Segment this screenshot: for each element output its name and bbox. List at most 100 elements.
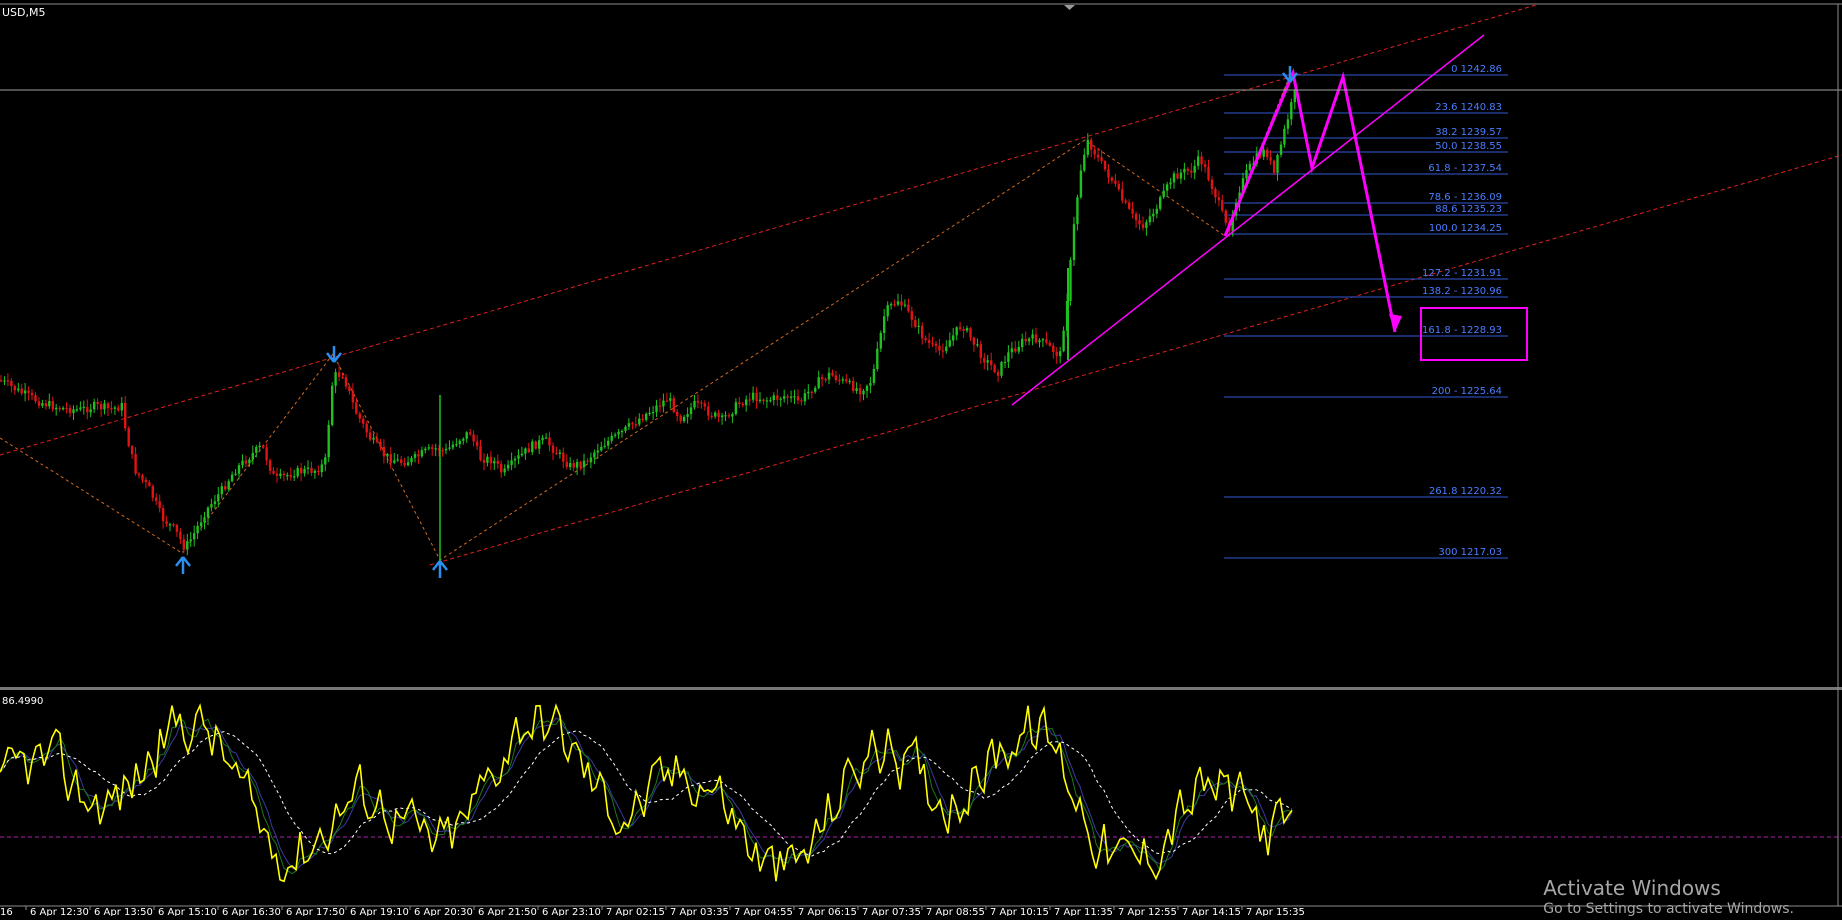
candle-body — [703, 403, 706, 407]
candle-body — [869, 383, 872, 386]
candle-body — [1221, 200, 1224, 211]
time-axis-label: 6 Apr 13:50 — [94, 907, 153, 916]
candle-body — [841, 379, 844, 381]
candle-body — [199, 522, 203, 526]
candle-body — [513, 458, 517, 461]
candle-body — [248, 459, 251, 464]
candle-body — [555, 452, 558, 454]
candle-body — [306, 467, 310, 469]
candle-body — [1072, 224, 1076, 260]
candle-body — [914, 319, 917, 327]
fibo-level-label: 138.2 - 1230.96 — [1422, 286, 1502, 297]
candle-body — [465, 432, 468, 439]
candle-body — [593, 452, 596, 458]
candle-body — [707, 406, 710, 416]
candle-body — [1048, 342, 1051, 346]
candle-body — [993, 365, 996, 372]
fibo-level-label: 50.0 1238.55 — [1435, 141, 1502, 152]
candle-body — [1021, 338, 1024, 347]
candle-body — [341, 377, 344, 379]
candle-body — [10, 380, 13, 386]
candle-body — [189, 539, 192, 542]
fibo-level-label: 23.6 1240.83 — [1435, 102, 1502, 113]
time-axis-label: 7 Apr 10:15 — [990, 907, 1049, 916]
candle-body — [172, 524, 175, 526]
candle-body — [282, 473, 286, 476]
candle-body — [520, 453, 524, 456]
candle-body — [258, 445, 261, 447]
price-chart[interactable]: 0 1242.86 23.6 1240.83 38.2 1239.57 50.0 12… — [0, 0, 1842, 918]
candle-body — [755, 392, 758, 402]
candle-body — [1093, 149, 1096, 155]
candle-body — [824, 379, 827, 381]
candle-body — [255, 447, 258, 453]
candle-body — [265, 447, 268, 461]
fibo-level-label: 200 - 1225.64 — [1432, 386, 1502, 397]
candle-body — [641, 418, 644, 420]
time-axis-label: 7 Apr 04:55 — [734, 907, 793, 916]
candle-body — [872, 369, 876, 383]
candle-body — [631, 423, 634, 425]
time-axis-label: 6 Apr 23:10 — [542, 907, 601, 916]
candle-body — [1224, 210, 1227, 223]
candle-body — [927, 340, 931, 344]
candle-body — [1207, 167, 1210, 180]
candle-body — [358, 413, 361, 419]
candle-body — [141, 475, 144, 480]
candle-body — [1079, 170, 1083, 198]
candle-body — [941, 350, 945, 352]
candle-body — [831, 372, 834, 376]
candle-body — [803, 393, 807, 402]
candle-body — [582, 460, 586, 468]
candle-body — [362, 418, 365, 424]
candle-body — [1076, 197, 1079, 225]
candle-body — [182, 539, 185, 550]
candle-body — [714, 412, 717, 417]
candle-body — [420, 450, 424, 457]
candle-body — [965, 328, 969, 331]
candle-body — [230, 474, 234, 482]
candle-body — [1248, 163, 1252, 170]
candle-body — [544, 437, 548, 439]
candle-body — [13, 386, 16, 391]
watermark-line-2: Go to Settings to activate Windows. — [1543, 901, 1794, 917]
fibo-level-label: 61.8 - 1237.54 — [1428, 163, 1502, 174]
candle-body — [127, 428, 130, 447]
candle-body — [193, 533, 196, 540]
candle-body — [293, 476, 296, 478]
candle-body — [1096, 154, 1100, 158]
candle-body — [110, 408, 113, 410]
candle-body — [603, 445, 606, 447]
indicator-separator[interactable] — [0, 687, 1842, 690]
candle-body — [1169, 182, 1172, 185]
candle-body — [676, 411, 679, 416]
candle-body — [1110, 177, 1114, 181]
candle-body — [393, 460, 396, 463]
candle-body — [23, 390, 27, 394]
trading-chart-window[interactable]: 0 1242.86 23.6 1240.83 38.2 1239.57 50.0 12… — [0, 0, 1842, 918]
candle-body — [48, 401, 51, 407]
candle-body — [489, 456, 493, 464]
candle-body — [227, 481, 230, 490]
candle-body — [814, 388, 817, 392]
candle-body — [479, 446, 482, 460]
candle-body — [893, 304, 896, 306]
candle-body — [130, 446, 134, 454]
candle-body — [451, 444, 455, 448]
candle-body — [503, 468, 506, 473]
candle-body — [862, 390, 865, 395]
candle-body — [61, 407, 65, 410]
candle-body — [855, 388, 858, 391]
candle-body — [589, 457, 593, 462]
candle-body — [620, 431, 624, 433]
candle-body — [113, 407, 117, 409]
candle-body — [434, 448, 437, 450]
candle-body — [337, 372, 341, 377]
candle-body — [472, 434, 475, 442]
fibo-level-label: 0 1242.86 — [1451, 64, 1502, 75]
fibo-level-label: 88.6 1235.23 — [1435, 204, 1502, 215]
candle-body — [286, 475, 289, 477]
candle-body — [748, 399, 751, 401]
candle-body — [1159, 197, 1162, 209]
candle-body — [317, 470, 320, 473]
